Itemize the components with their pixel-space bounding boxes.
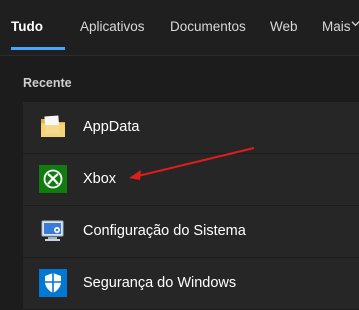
folder-icon — [39, 113, 67, 141]
tab-web[interactable]: Web — [270, 19, 298, 34]
item-label: Configuração do Sistema — [83, 223, 246, 239]
system-config-icon — [39, 217, 67, 245]
item-label: Xbox — [83, 171, 117, 187]
windows-security-icon — [39, 269, 67, 297]
list-item-system-config[interactable]: Configuração do Sistema — [23, 206, 359, 258]
item-label: Segurança do Windows — [83, 275, 237, 291]
header-divider — [0, 55, 359, 56]
recent-list: AppData Xbox Configuração do Sistema Seg… — [23, 102, 359, 310]
item-label: AppData — [83, 119, 140, 135]
tab-more[interactable]: Mais — [322, 19, 351, 34]
list-item-windows-security[interactable]: Segurança do Windows — [23, 258, 359, 310]
tab-documents[interactable]: Documentos — [170, 19, 246, 34]
chevron-down-icon[interactable] — [351, 19, 359, 31]
tab-apps[interactable]: Aplicativos — [80, 19, 145, 34]
section-label-recent: Recente — [23, 76, 72, 90]
active-tab-indicator — [11, 47, 65, 50]
list-item-appdata[interactable]: AppData — [23, 102, 359, 154]
tab-all[interactable]: Tudo — [11, 19, 43, 34]
xbox-icon — [39, 165, 67, 193]
list-item-xbox[interactable]: Xbox — [23, 154, 359, 206]
search-tabs-bar: Tudo Aplicativos Documentos Web Mais — [0, 0, 359, 55]
